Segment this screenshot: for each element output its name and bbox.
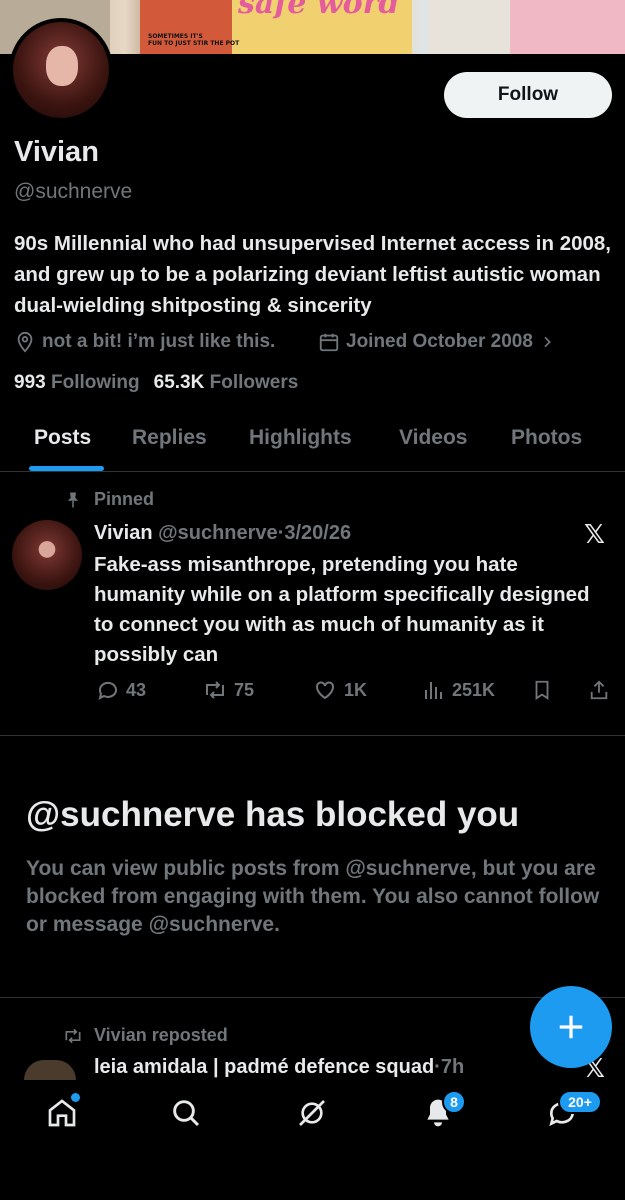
repost-button[interactable]: 75	[202, 678, 254, 702]
nav-search[interactable]	[170, 1096, 202, 1135]
nav-messages[interactable]: 20+	[546, 1090, 602, 1135]
followers-link[interactable]: 65.3K Followers	[154, 372, 299, 394]
nav-grok[interactable]	[296, 1096, 328, 1135]
post-author-handle[interactable]: @suchnerve	[158, 522, 278, 544]
post-author-name[interactable]: Vivian	[94, 522, 153, 544]
profile-joined[interactable]: Joined October 2008	[318, 329, 561, 355]
repost-time[interactable]: 7h	[441, 1056, 464, 1078]
nav-notifications[interactable]: 8	[422, 1090, 466, 1135]
following-link[interactable]: 993 Following	[14, 372, 140, 394]
reply-button[interactable]: 43	[96, 678, 146, 702]
tab-photos[interactable]: Photos	[511, 426, 582, 450]
chevron-right-icon	[544, 336, 551, 348]
blocked-description: You can view public posts from @suchnerv…	[26, 857, 600, 936]
tab-replies[interactable]: Replies	[132, 426, 207, 450]
profile-tabs: Posts Replies Highlights Videos Photos	[0, 416, 625, 472]
divider	[0, 997, 625, 998]
pin-icon	[67, 492, 79, 507]
blocked-title: @suchnerve has blocked you	[26, 795, 520, 834]
tab-videos[interactable]: Videos	[399, 426, 467, 450]
calendar-icon	[319, 333, 339, 352]
location-text: not a bit! i’m just like this.	[42, 331, 276, 352]
messages-badge: 20+	[558, 1090, 602, 1114]
home-unread-dot	[71, 1093, 80, 1102]
repost-author-avatar[interactable]	[24, 1060, 76, 1080]
joined-text: Joined October 2008	[346, 331, 533, 352]
views-button[interactable]: 251K	[422, 678, 495, 702]
post-author-avatar[interactable]	[12, 520, 82, 590]
bookmark-button[interactable]	[531, 678, 553, 702]
repost-author-name[interactable]: leia amidala | padmé defence squad	[94, 1056, 434, 1078]
active-tab-indicator	[29, 466, 104, 471]
divider	[0, 735, 625, 736]
heart-icon	[316, 681, 334, 700]
follow-button[interactable]: Follow	[444, 72, 612, 118]
location-pin-icon	[17, 331, 33, 353]
profile-location: not a bit! i’m just like this.	[14, 329, 275, 355]
notifications-badge: 8	[442, 1090, 466, 1114]
repost-icon	[65, 1028, 81, 1043]
post-header: Vivian @suchnerve·3/20/26	[94, 522, 352, 544]
plus-icon	[559, 1015, 583, 1039]
like-button[interactable]: 1K	[312, 678, 367, 702]
x-logo-icon: 𝕏	[584, 520, 605, 550]
banner-caption: SOMETIMES IT'S FUN TO JUST STIR THE POT	[148, 33, 240, 47]
repost-icon	[206, 681, 224, 699]
profile-name: Vivian	[14, 136, 99, 168]
post-text[interactable]: Fake-ass misanthrope, pretending you hat…	[94, 550, 604, 670]
pinned-label: Pinned	[64, 489, 154, 510]
share-button[interactable]	[588, 678, 610, 702]
nav-home[interactable]	[46, 1093, 80, 1135]
profile-bio: 90s Millennial who had unsupervised Inte…	[14, 232, 611, 317]
analytics-icon	[425, 682, 442, 699]
bottom-nav: 8 20+	[0, 1080, 625, 1200]
follow-counts: 993 Following 65.3K Followers	[14, 372, 298, 394]
compose-button[interactable]	[530, 986, 612, 1068]
reply-icon	[98, 681, 117, 700]
grok-icon	[299, 1100, 325, 1126]
search-icon	[173, 1100, 200, 1127]
post-date[interactable]: 3/20/26	[284, 522, 351, 544]
profile-avatar[interactable]	[9, 18, 113, 122]
repost-label[interactable]: Vivian reposted	[62, 1025, 228, 1046]
post-actions: 43 75 1K 251K	[0, 678, 625, 708]
repost-header: leia amidala | padmé defence squad·7h	[94, 1056, 465, 1078]
profile-handle: @suchnerve	[14, 180, 133, 203]
bookmark-icon	[535, 680, 549, 700]
tab-highlights[interactable]: Highlights	[249, 426, 352, 450]
share-icon	[590, 680, 608, 700]
tab-posts[interactable]: Posts	[34, 426, 91, 450]
banner-word: safe word	[238, 0, 400, 21]
